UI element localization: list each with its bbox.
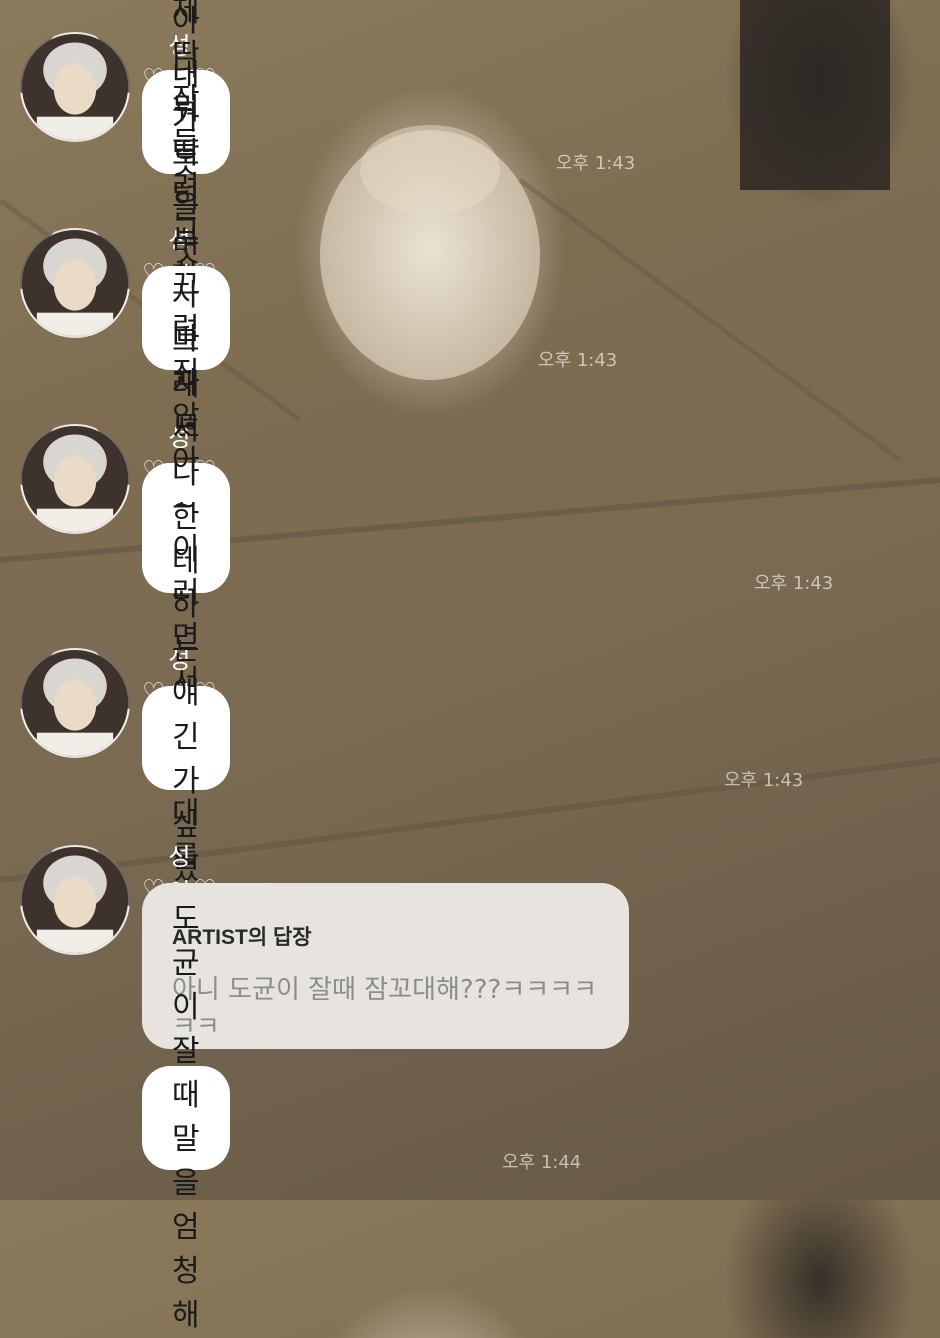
- profile-avatar[interactable]: [20, 648, 130, 758]
- avatar-icon: [22, 426, 128, 532]
- chat-log: ♡성이리♡ 아니 어제 딱 잠들려고 하는데 오후 1:43 ♡성이리♡ 내가 …: [0, 0, 940, 1333]
- reply-quote-card[interactable]: ARTIST의 답장 아니 도균이 잘때 잠꼬대해???ㅋㅋㅋㅋㅋㅋ: [142, 883, 629, 1049]
- message-time: 오후 1:43: [754, 573, 834, 594]
- message-bubble[interactable]: 그래서 나한테 하는 얘긴가 싶었엌ㅋㅋㅋㅋㅋ: [142, 324, 230, 1151]
- avatar-icon: [22, 847, 128, 953]
- avatar-icon: [22, 34, 128, 140]
- message-time: 오후 1:43: [538, 350, 618, 371]
- message-time: 오후 1:43: [556, 153, 636, 174]
- message-time: 오후 1:44: [502, 1152, 582, 1173]
- message-time: 오후 1:43: [724, 770, 804, 791]
- profile-avatar[interactable]: [20, 424, 130, 534]
- message-bubble[interactable]: 도균이 잘 때 말을 엄청해: [142, 902, 230, 1333]
- profile-avatar[interactable]: [20, 845, 130, 955]
- reply-body: 아니 도균이 잘때 잠꼬대해???ㅋㅋㅋㅋㅋㅋ: [172, 975, 597, 1042]
- message-text: 도균이 잘 때 말을 엄청해: [172, 902, 200, 1333]
- profile-avatar[interactable]: [20, 228, 130, 338]
- avatar-icon: [22, 650, 128, 756]
- avatar-icon: [22, 230, 128, 336]
- reply-title: ARTIST의 답장: [172, 926, 312, 949]
- profile-avatar[interactable]: [20, 32, 130, 142]
